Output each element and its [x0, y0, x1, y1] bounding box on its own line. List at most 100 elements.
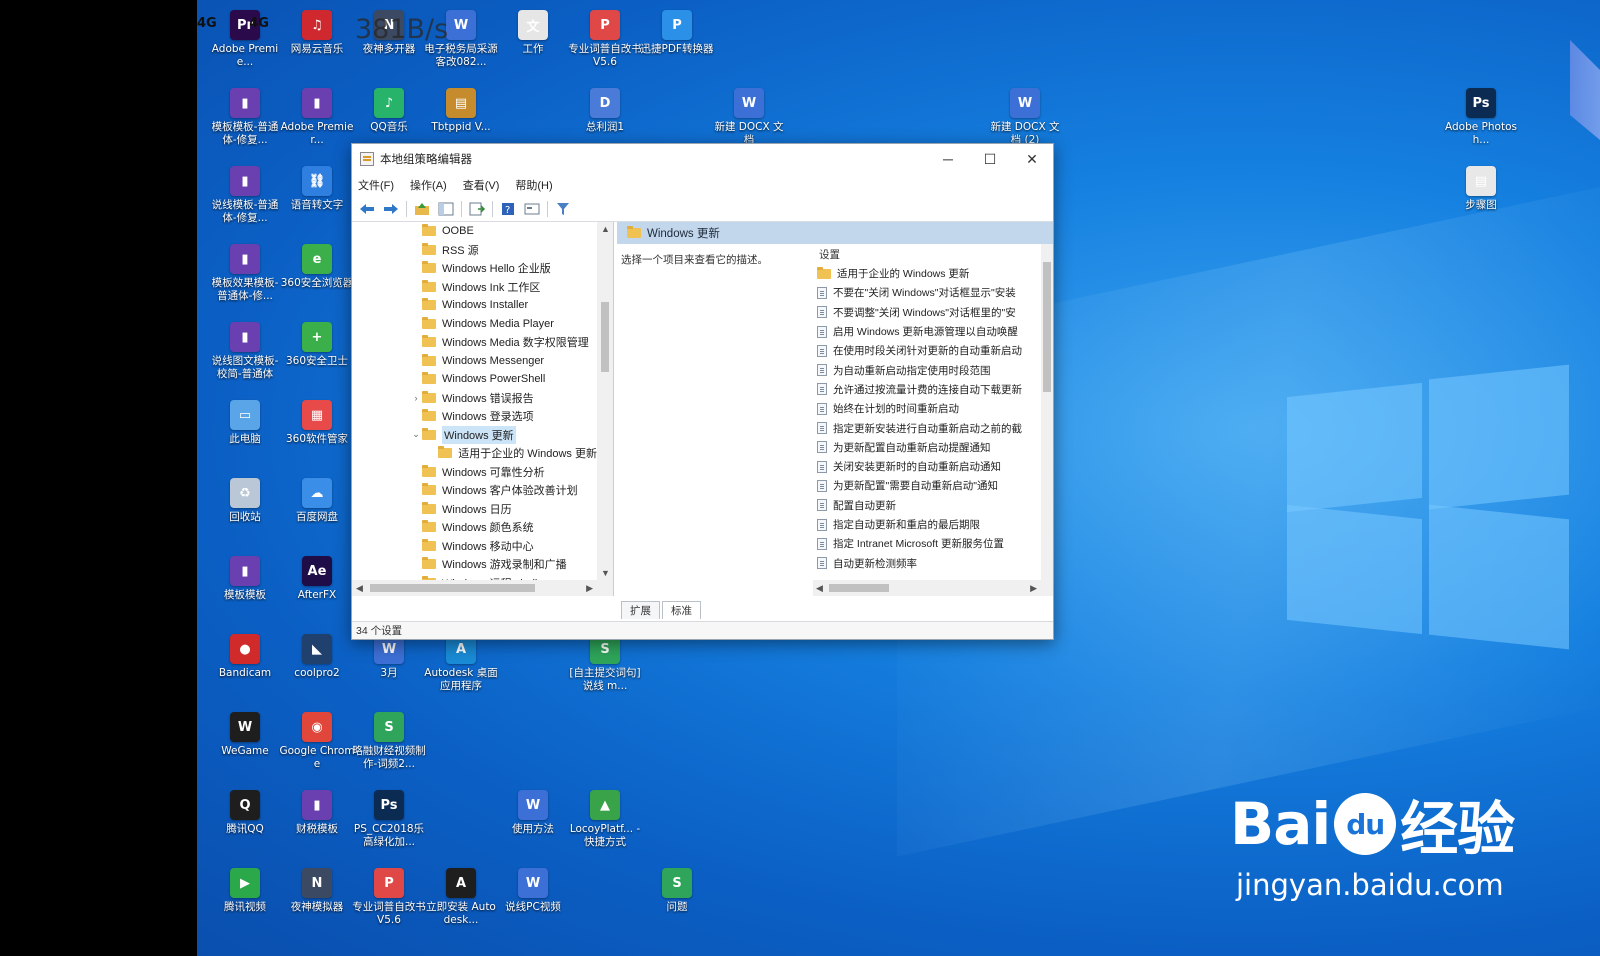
menu-file[interactable]: 文件(F)	[358, 177, 394, 193]
desktop-icon[interactable]: ▮ 说线模板-普通体-修复...	[209, 166, 281, 225]
tree-item[interactable]: Windows Media Player	[352, 315, 597, 334]
tree-item[interactable]: Windows Hello 企业版	[352, 259, 597, 278]
desktop-icon[interactable]: A 立即安装 Autodesk...	[425, 868, 497, 927]
menu-action[interactable]: 操作(A)	[410, 177, 447, 193]
desktop-icon[interactable]: Ps PS_CC2018乐高绿化加...	[353, 790, 425, 849]
setting-row[interactable]: 允许通过按流量计费的连接自动下载更新	[813, 380, 1053, 399]
desktop-icon[interactable]: W WeGame	[209, 712, 281, 758]
scroll-down-arrow-icon[interactable]: ▼	[601, 568, 610, 578]
scroll-left-arrow-icon[interactable]: ◀	[816, 583, 823, 594]
scroll-right-arrow-icon[interactable]: ▶	[1030, 583, 1037, 594]
tree-item[interactable]: OOBE	[352, 222, 597, 241]
desktop-icon[interactable]: ▤ 步骤图	[1445, 166, 1517, 212]
desktop-icon[interactable]: ▮ Adobe Premier...	[281, 88, 353, 147]
desktop-icon[interactable]: ♻ 回收站	[209, 478, 281, 524]
maximize-button[interactable]: ☐	[969, 144, 1011, 174]
menu-help[interactable]: 帮助(H)	[515, 177, 552, 193]
setting-row[interactable]: 不要在"关闭 Windows"对话框显示"安装	[813, 283, 1053, 302]
export-list-icon[interactable]	[468, 200, 486, 218]
desktop-icon[interactable]: ▮ 模板模板-普通体-修复...	[209, 88, 281, 147]
setting-row[interactable]: 适用于企业的 Windows 更新	[813, 264, 1053, 283]
desktop-icon[interactable]: ▮ 财税模板	[281, 790, 353, 836]
tree-item[interactable]: Windows 登录选项	[352, 407, 597, 426]
tree-item[interactable]: Windows Installer	[352, 296, 597, 315]
setting-row[interactable]: 不要调整"关闭 Windows"对话框里的"安	[813, 303, 1053, 322]
help-icon[interactable]: ?	[499, 200, 517, 218]
properties-icon[interactable]	[523, 200, 541, 218]
desktop-icon[interactable]: 文工作	[497, 10, 569, 56]
window-titlebar[interactable]: 本地组策略编辑器 ─ ☐ ✕	[352, 144, 1053, 174]
tree-item[interactable]: Windows 日历	[352, 500, 597, 519]
setting-row[interactable]: 指定更新安装进行自动重新启动之前的截	[813, 418, 1053, 437]
desktop-icon[interactable]: P 专业词普自改书V5.6	[352, 868, 426, 927]
desktop-icon[interactable]: Ps Adobe Photosh...	[1445, 88, 1517, 147]
tree-item[interactable]: 适用于企业的 Windows 更新	[352, 444, 597, 463]
settings-column-header[interactable]: 设置	[813, 244, 1053, 264]
tree-item[interactable]: Windows 游戏录制和广播	[352, 555, 597, 574]
desktop-icon[interactable]: ⛓ 语音转文字	[281, 166, 353, 212]
desktop-icon[interactable]: S 问题	[641, 868, 713, 914]
settings-hscroll-thumb[interactable]	[829, 584, 889, 592]
desktop-icon[interactable]: P 迅捷PDF转换器	[641, 10, 713, 56]
tree-item[interactable]: Windows Media 数字权限管理	[352, 333, 597, 352]
desktop-icon[interactable]: D 总利润1	[569, 88, 641, 134]
scroll-left-arrow-icon[interactable]: ◀	[356, 583, 363, 594]
setting-row[interactable]: 自动更新检测频率	[813, 553, 1053, 572]
tree-item[interactable]: Windows 客户体验改善计划	[352, 481, 597, 500]
tab-extended[interactable]: 扩展	[621, 601, 660, 619]
settings-horizontal-scrollbar[interactable]: ◀ ▶	[813, 580, 1053, 596]
minimize-button[interactable]: ─	[927, 144, 969, 174]
desktop-icon[interactable]: Q 腾讯QQ	[209, 790, 281, 836]
tree-item[interactable]: Windows 颜色系统	[352, 518, 597, 537]
close-button[interactable]: ✕	[1011, 144, 1053, 174]
desktop-icon[interactable]: ◣ coolpro2	[281, 634, 353, 680]
tree-item[interactable]: › Windows 错误报告	[352, 389, 597, 408]
setting-row[interactable]: 配置自动更新	[813, 496, 1053, 515]
tree-item[interactable]: Windows PowerShell	[352, 370, 597, 389]
setting-row[interactable]: 启用 Windows 更新电源管理以自动唤醒	[813, 322, 1053, 341]
desktop-icon[interactable]: W 新建 DOCX 文档	[713, 88, 785, 147]
desktop-icon[interactable]: A Autodesk 桌面应用程序	[424, 634, 498, 693]
desktop-icon[interactable]: ▲ LocoyPlatf... - 快捷方式	[569, 790, 641, 849]
tree-item[interactable]: Windows 可靠性分析	[352, 463, 597, 482]
up-folder-icon[interactable]	[413, 200, 431, 218]
tree-item[interactable]: Windows 移动中心	[352, 537, 597, 556]
tree-vertical-scrollbar[interactable]: ▲ ▼	[597, 222, 613, 580]
desktop-icon[interactable]: W 使用方法	[497, 790, 569, 836]
tree-hscroll-thumb[interactable]	[370, 584, 535, 592]
desktop-icon[interactable]: ♫ 网易云音乐	[281, 10, 353, 56]
desktop-icon[interactable]: ◉ Google Chrome	[279, 712, 355, 771]
scroll-right-arrow-icon[interactable]: ▶	[586, 583, 593, 594]
desktop-icon[interactable]: ☁ 百度网盘	[281, 478, 353, 524]
desktop-icon[interactable]: Ae AfterFX	[281, 556, 353, 602]
desktop-icon[interactable]: S [自主提交词句] 说线 m...	[569, 634, 641, 693]
desktop-icon[interactable]: ♪ QQ音乐	[353, 88, 425, 134]
desktop-icon[interactable]: e 360安全浏览器	[281, 244, 353, 290]
expand-chevron-icon[interactable]: ›	[410, 393, 422, 403]
desktop-icon[interactable]: ▶ 腾讯视频	[209, 868, 281, 914]
forward-arrow-icon[interactable]	[382, 200, 400, 218]
tree-item[interactable]: RSS 源	[352, 241, 597, 260]
settings-scroll-thumb[interactable]	[1043, 262, 1051, 392]
tree-item[interactable]: ⌄ Windows 更新	[352, 425, 597, 445]
desktop-icon[interactable]: ▤ Tbtppid V...	[425, 88, 497, 134]
tree-item[interactable]: Windows Messenger	[352, 352, 597, 371]
desktop-icon[interactable]: S 略融财经视频制作-词频2...	[352, 712, 426, 771]
desktop-icon[interactable]: N 夜神模拟器	[281, 868, 353, 914]
desktop-icon[interactable]: W 说线PC视频	[497, 868, 569, 914]
desktop-icon[interactable]: ▭ 此电脑	[209, 400, 281, 446]
filter-icon[interactable]	[554, 200, 572, 218]
tab-standard[interactable]: 标准	[662, 601, 701, 619]
menu-view[interactable]: 查看(V)	[463, 177, 500, 193]
desktop-icon[interactable]: ▮ 说线图文模板-校简-普通体	[209, 322, 281, 381]
setting-row[interactable]: 为更新配置"需要自动重新启动"通知	[813, 476, 1053, 495]
tree-scroll-thumb[interactable]	[601, 302, 609, 372]
settings-vertical-scrollbar[interactable]	[1041, 244, 1053, 580]
desktop-icon[interactable]: ● Bandicam	[209, 634, 281, 680]
setting-row[interactable]: 在使用时段关闭针对更新的自动重新启动	[813, 341, 1053, 360]
setting-row[interactable]: 为更新配置自动重新启动提醒通知	[813, 438, 1053, 457]
tree-horizontal-scrollbar[interactable]: ◀ ▶	[352, 580, 613, 596]
setting-row[interactable]: 关闭安装更新时的自动重新启动通知	[813, 457, 1053, 476]
desktop-icon[interactable]: ▦ 360软件管家	[281, 400, 353, 446]
setting-row[interactable]: 指定 Intranet Microsoft 更新服务位置	[813, 534, 1053, 553]
